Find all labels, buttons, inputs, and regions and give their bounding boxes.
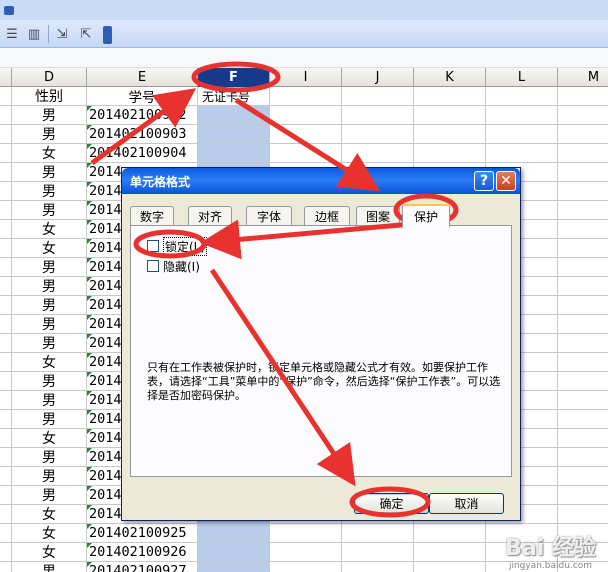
- table-row: 女 201402100904: [0, 144, 608, 163]
- cell-gender[interactable]: 男: [12, 562, 86, 572]
- toolbar-top: [0, 0, 608, 20]
- cell-gender[interactable]: 男: [12, 163, 86, 181]
- cell-card-number-selected[interactable]: [198, 562, 269, 572]
- column-header-m[interactable]: M: [558, 68, 608, 87]
- cell-student-id[interactable]: 201402100925: [87, 524, 197, 542]
- cell-gender[interactable]: 男: [12, 258, 86, 276]
- cell-gender-header[interactable]: 性别: [12, 87, 86, 105]
- cell-student-id[interactable]: 201402100904: [87, 144, 197, 162]
- dialog-title: 单元格格式: [130, 175, 191, 189]
- watermark-logo: Bai 经验: [505, 536, 596, 561]
- cancel-button[interactable]: 取消: [429, 493, 504, 514]
- cell-card-number-selected[interactable]: [198, 144, 269, 162]
- cell-student-id[interactable]: 201402100927: [87, 562, 197, 572]
- cell-card-number-selected[interactable]: [198, 524, 269, 542]
- cell-gender[interactable]: 女: [12, 144, 86, 162]
- formula-band: [0, 48, 608, 68]
- column-header-row: D E F I J K L M: [0, 68, 608, 87]
- cell-gender[interactable]: 男: [12, 391, 86, 409]
- cell-gender[interactable]: 男: [12, 125, 86, 143]
- toolbar-dropdown-icon[interactable]: [103, 26, 112, 44]
- column-header-i[interactable]: I: [270, 68, 342, 87]
- cell-student-id[interactable]: 201402100903: [87, 125, 197, 143]
- locked-checkbox-row[interactable]: 锁定(L): [147, 236, 208, 256]
- locked-checkbox[interactable]: [147, 240, 159, 252]
- cell-gender[interactable]: 男: [12, 448, 86, 466]
- corner-cell[interactable]: [0, 68, 12, 87]
- cell-student-id-header[interactable]: 学号: [87, 87, 197, 105]
- cell-gender[interactable]: 女: [12, 353, 86, 371]
- cell-gender[interactable]: 男: [12, 372, 86, 390]
- cell-gender[interactable]: 男: [12, 296, 86, 314]
- cell-card-number-selected[interactable]: [198, 106, 269, 124]
- column-header-j[interactable]: J: [342, 68, 414, 87]
- tab-alignment[interactable]: 对齐: [188, 206, 232, 226]
- dialog-tabs: 数字 对齐 字体 边框 图案 保护: [130, 204, 514, 227]
- table-row: 男 201402100902: [0, 106, 608, 125]
- tab-patterns[interactable]: 图案: [356, 206, 400, 226]
- cell-gender[interactable]: 男: [12, 201, 86, 219]
- formatting-toolbar: ☰ ▥ ⇲ ⇱: [0, 20, 608, 48]
- cell-gender[interactable]: 男: [12, 182, 86, 200]
- protection-panel: 锁定(L) 隐藏(I) 只有在工作表被保护时，锁定单元格或隐藏公式才有效。如要保…: [130, 225, 512, 477]
- cell-gender[interactable]: 女: [12, 220, 86, 238]
- tab-number[interactable]: 数字: [130, 206, 174, 226]
- cell-gender[interactable]: 女: [12, 543, 86, 561]
- hidden-checkbox-row[interactable]: 隐藏(I): [147, 258, 200, 274]
- increase-decimal-icon[interactable]: ⇱: [76, 24, 96, 44]
- cell-gender[interactable]: 男: [12, 486, 86, 504]
- hidden-label[interactable]: 隐藏(I): [163, 258, 200, 275]
- column-header-d[interactable]: D: [12, 68, 87, 87]
- cell-gender[interactable]: 女: [12, 239, 86, 257]
- table-row: 男 201402100903: [0, 125, 608, 144]
- cell-card-number-header[interactable]: 无证卡号: [198, 87, 269, 105]
- cell-card-number-selected[interactable]: [198, 543, 269, 561]
- column-header-e[interactable]: E: [87, 68, 198, 87]
- table-header-row: 性别 学号 无证卡号: [0, 87, 608, 106]
- format-cells-dialog: 单元格格式 ? ✕ 数字 对齐 字体 边框 图案 保护 锁定(L) 隐藏(I) …: [121, 167, 521, 521]
- locked-label[interactable]: 锁定(L): [163, 236, 208, 256]
- cell-student-id[interactable]: 201402100926: [87, 543, 197, 561]
- dialog-titlebar[interactable]: 单元格格式 ? ✕: [122, 168, 520, 194]
- ok-button[interactable]: 确定: [354, 493, 429, 514]
- column-header-f[interactable]: F: [198, 68, 270, 87]
- cell-gender[interactable]: 女: [12, 524, 86, 542]
- tab-protection[interactable]: 保护: [402, 204, 450, 227]
- cell-gender[interactable]: 男: [12, 334, 86, 352]
- hidden-checkbox[interactable]: [147, 260, 159, 272]
- column-header-l[interactable]: L: [486, 68, 558, 87]
- toolbar-separator: [48, 25, 49, 43]
- cell-student-id[interactable]: 201402100902: [87, 106, 197, 124]
- close-button[interactable]: ✕: [496, 171, 516, 191]
- cell-gender[interactable]: 男: [12, 467, 86, 485]
- toolbar-options-icon[interactable]: [4, 6, 14, 15]
- cell-gender[interactable]: 男: [12, 277, 86, 295]
- align-left-icon[interactable]: ☰: [2, 24, 22, 44]
- protection-description: 只有在工作表被保护时，锁定单元格或隐藏公式才有效。如要保护工作表，请选择“工具”…: [147, 361, 501, 402]
- cell-gender[interactable]: 女: [12, 429, 86, 447]
- cell-card-number-selected[interactable]: [198, 125, 269, 143]
- grid-icon[interactable]: ▥: [24, 24, 44, 44]
- tab-border[interactable]: 边框: [304, 206, 350, 226]
- cell-gender[interactable]: 男: [12, 410, 86, 428]
- help-button[interactable]: ?: [474, 171, 494, 191]
- decrease-decimal-icon[interactable]: ⇲: [52, 24, 72, 44]
- column-header-k[interactable]: K: [414, 68, 486, 87]
- cell-gender[interactable]: 女: [12, 505, 86, 523]
- cell-gender[interactable]: 男: [12, 315, 86, 333]
- tab-font[interactable]: 字体: [246, 206, 292, 226]
- watermark-url: jingyan.baidu.com: [508, 561, 592, 571]
- cell-gender[interactable]: 男: [12, 106, 86, 124]
